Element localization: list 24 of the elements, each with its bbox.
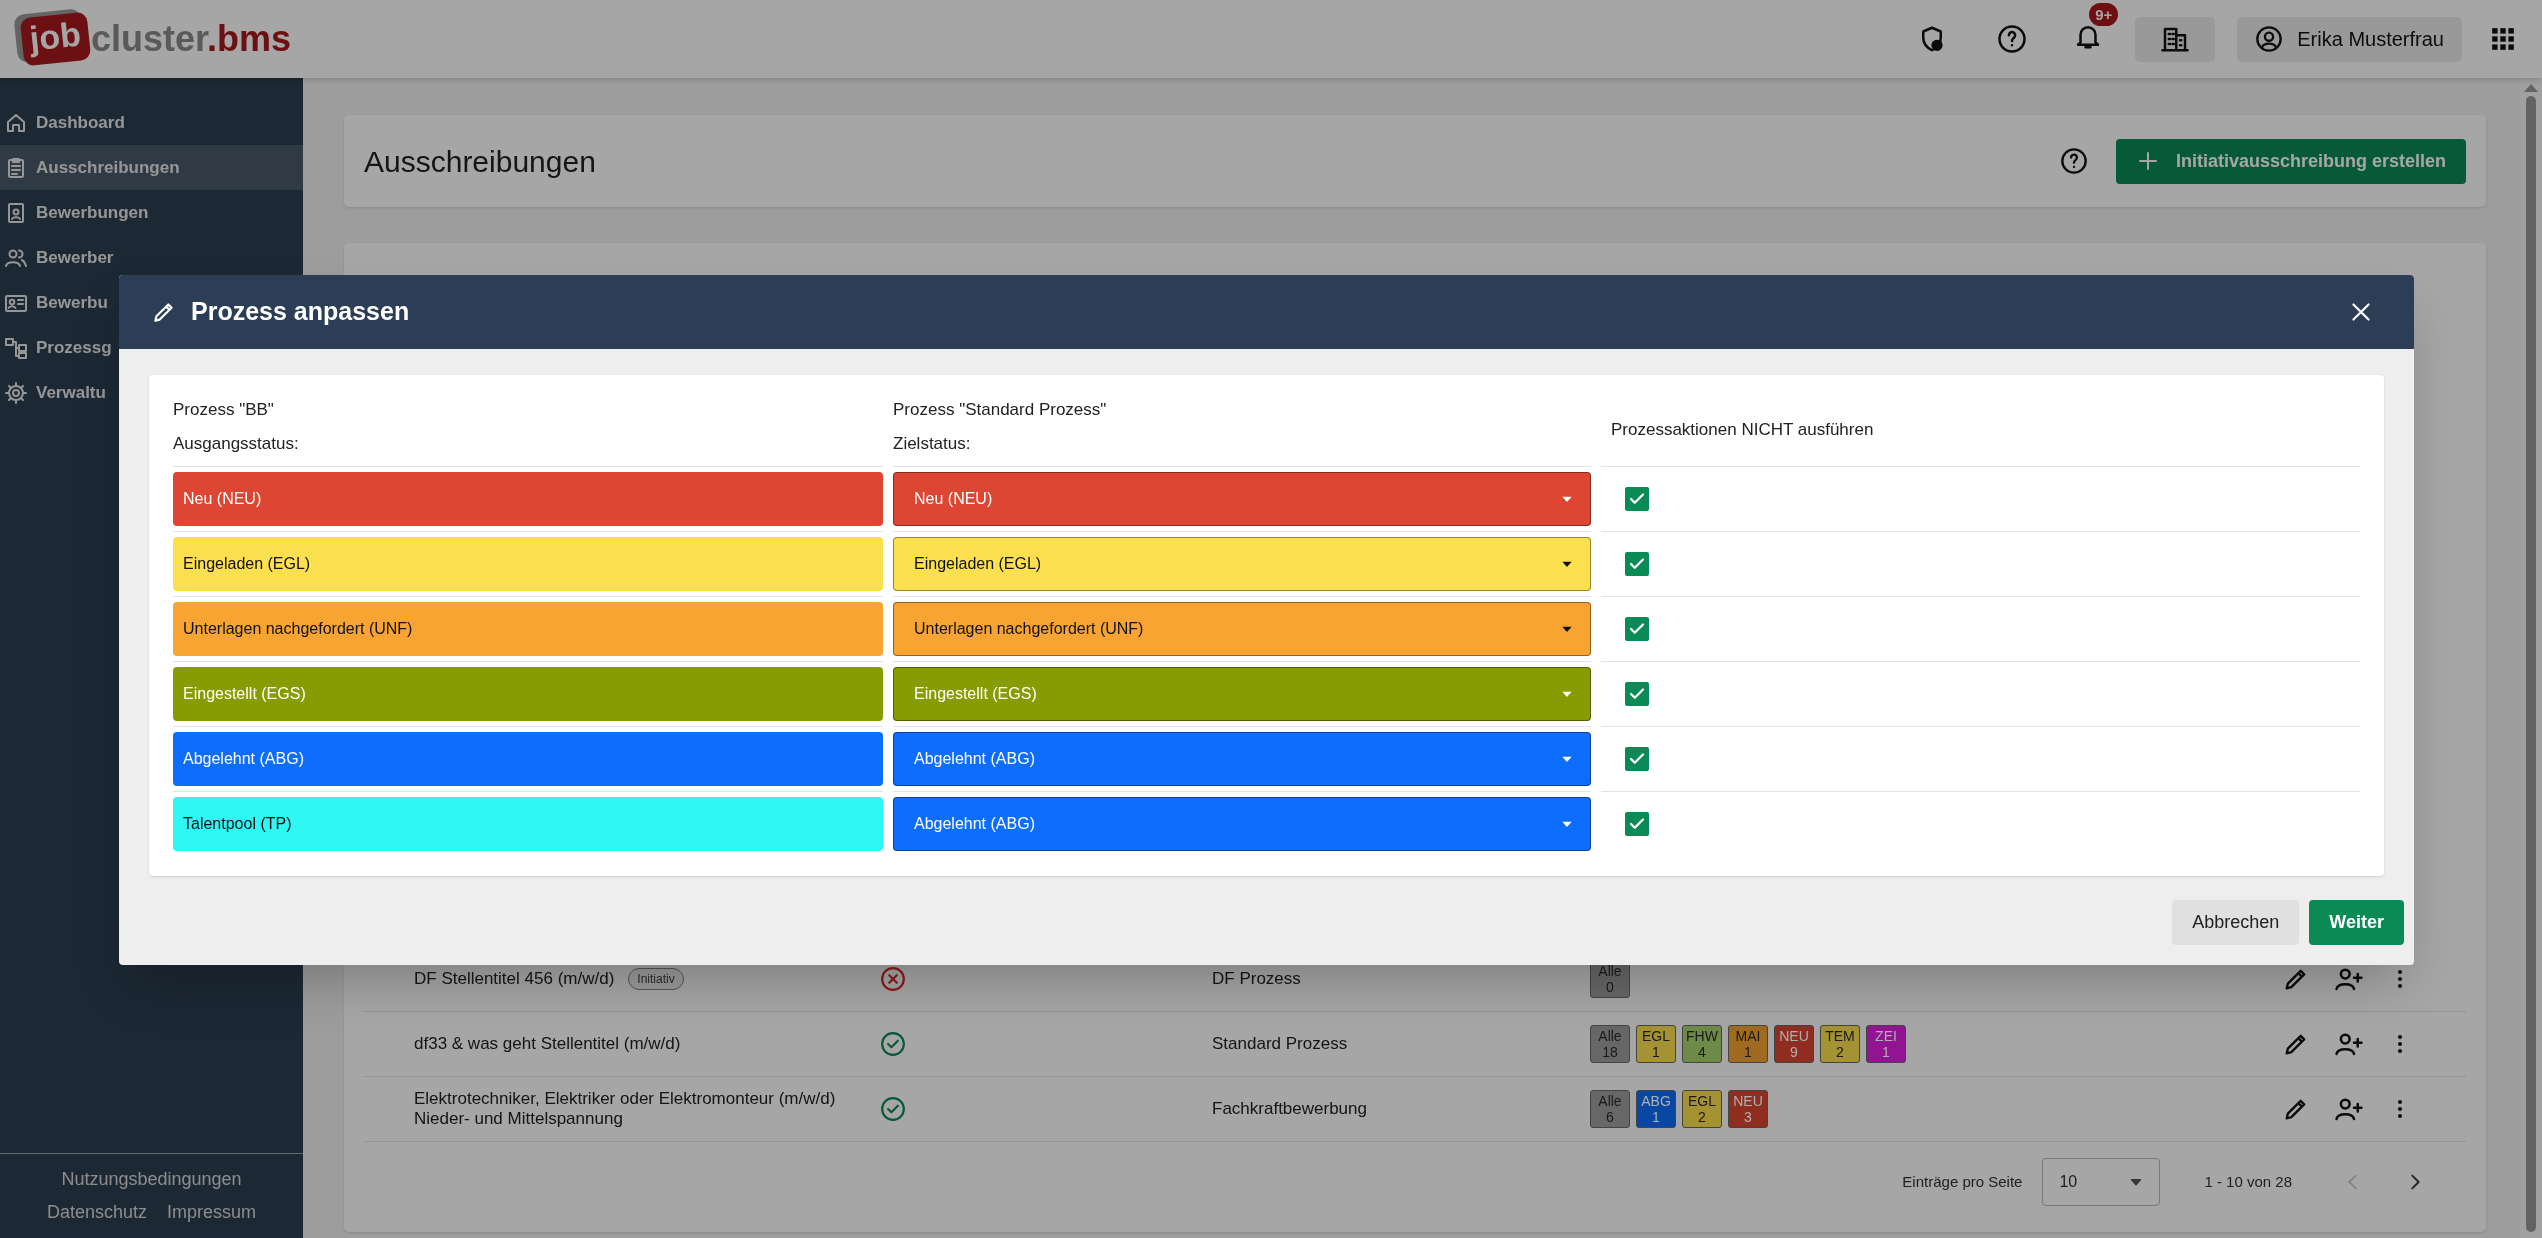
- source-status: Abgelehnt (ABG): [173, 732, 883, 786]
- process-name: Standard Prozess: [1212, 1033, 1349, 1056]
- source-status: Eingeladen (EGL): [173, 537, 883, 591]
- logo-text: cluster.bms: [91, 21, 292, 61]
- process-name: Fachkraftbewerbung: [1212, 1098, 1368, 1121]
- dialog-title: Prozess anpassen: [191, 296, 410, 328]
- job-title: Elektrotechniker, Elektriker oder Elektromonteur (m/w/d) Nieder- und Mittelspannung: [414, 1089, 837, 1129]
- source-status: Talentpool (TP): [173, 797, 883, 851]
- source-status: Neu (NEU): [173, 472, 883, 526]
- column-header: Prozess "Standard Prozess": [893, 399, 1108, 421]
- job-title: df33 & was geht Stellentitel (m/w/d): [414, 1034, 681, 1054]
- tag: Initiativ: [628, 968, 684, 990]
- job-title: DF Stellentitel 456 (m/w/d): [414, 969, 615, 989]
- column-header: Prozess "BB": [173, 399, 275, 421]
- page-size-label: Einträge pro Seite: [1902, 1171, 2023, 1192]
- page-range: 1 - 10 von 28: [2204, 1171, 2292, 1192]
- source-status: Eingestellt (EGS): [173, 667, 883, 721]
- page-title: Ausschreibungen: [364, 143, 596, 180]
- column-header: Prozessaktionen NICHT ausführen: [1611, 418, 1874, 441]
- column-subheader: Ausgangsstatus:: [173, 432, 300, 455]
- notification-badge: 9+: [2089, 2, 2119, 26]
- source-status: Unterlagen nachgefordert (UNF): [173, 602, 883, 656]
- column-subheader: Zielstatus:: [893, 432, 972, 455]
- process-name: DF Prozess: [1212, 968, 1302, 991]
